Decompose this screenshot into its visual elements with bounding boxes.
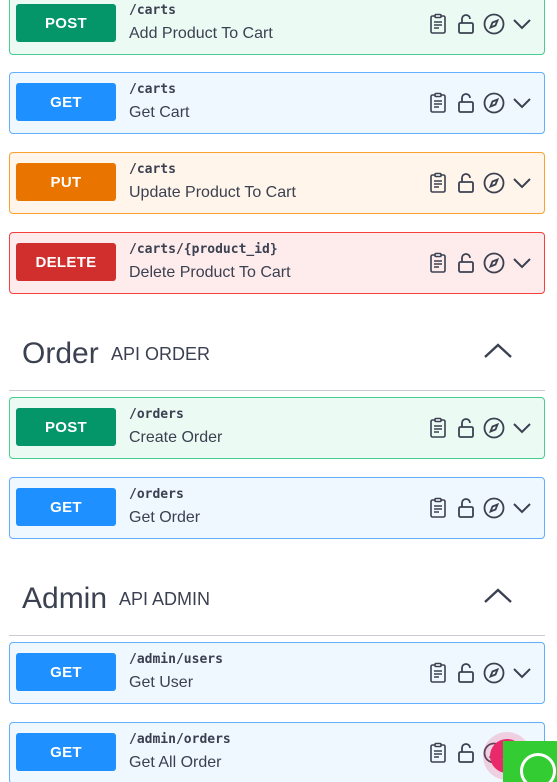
operation-summary: Create Order: [129, 429, 223, 446]
operation-path: /carts: [129, 3, 176, 18]
operation-delete-cart-item[interactable]: DELETE /carts/{product_id} Delete Produc…: [9, 232, 545, 294]
clipboard-icon[interactable]: [426, 661, 452, 685]
operation-summary: Get Order: [129, 509, 201, 526]
unlock-icon[interactable]: [454, 91, 480, 115]
chevron-down-icon[interactable]: [510, 251, 536, 275]
method-badge: DELETE: [16, 243, 116, 281]
unlock-icon[interactable]: [454, 251, 480, 275]
operation-put-carts[interactable]: PUT /carts Update Product To Cart: [9, 152, 545, 214]
method-badge: GET: [16, 653, 116, 691]
compass-icon[interactable]: [482, 171, 508, 195]
method-badge: GET: [16, 83, 116, 121]
operation-summary: Add Product To Cart: [129, 25, 273, 42]
compass-icon[interactable]: [482, 496, 508, 520]
operation-path: /carts: [129, 82, 176, 97]
operation-summary: Get All Order: [129, 754, 222, 771]
chevron-down-icon[interactable]: [510, 12, 536, 36]
method-badge: GET: [16, 733, 116, 771]
unlock-icon[interactable]: [454, 12, 480, 36]
operation-get-admin-users[interactable]: GET /admin/users Get User: [9, 642, 545, 704]
operation-summary: Delete Product To Cart: [129, 264, 291, 281]
operation-path: /orders: [129, 407, 184, 422]
compass-icon[interactable]: [482, 661, 508, 685]
method-badge: POST: [16, 4, 116, 42]
chevron-down-icon[interactable]: [510, 171, 536, 195]
clipboard-icon[interactable]: [426, 12, 452, 36]
operation-get-admin-orders[interactable]: GET /admin/orders Get All Order: [9, 722, 545, 782]
tag-description: API ADMIN: [119, 589, 211, 609]
operation-path: /admin/users: [129, 652, 223, 667]
chevron-up-icon[interactable]: [483, 339, 513, 363]
unlock-icon[interactable]: [454, 741, 480, 765]
chat-ring-icon: [520, 753, 556, 782]
operation-summary: Update Product To Cart: [129, 184, 296, 201]
tag-title: Admin: [22, 582, 108, 615]
unlock-icon[interactable]: [454, 661, 480, 685]
operation-path: /carts/{product_id}: [129, 242, 278, 257]
clipboard-icon[interactable]: [426, 741, 452, 765]
tag-header-order[interactable]: Order API ORDER: [9, 305, 545, 391]
unlock-icon[interactable]: [454, 416, 480, 440]
chat-launcher-button[interactable]: [503, 741, 557, 782]
unlock-icon[interactable]: [454, 496, 480, 520]
compass-icon[interactable]: [482, 12, 508, 36]
chevron-up-icon[interactable]: [483, 584, 513, 608]
operation-post-carts[interactable]: POST /carts Add Product To Cart: [9, 0, 545, 55]
operation-summary: Get User: [129, 674, 194, 691]
operation-path: /orders: [129, 487, 184, 502]
compass-icon[interactable]: [482, 251, 508, 275]
clipboard-icon[interactable]: [426, 416, 452, 440]
operation-path: /carts: [129, 162, 176, 177]
tag-header-admin[interactable]: Admin API ADMIN: [9, 550, 545, 636]
method-badge: POST: [16, 408, 116, 446]
clipboard-icon[interactable]: [426, 171, 452, 195]
chevron-down-icon[interactable]: [510, 91, 536, 115]
method-badge: GET: [16, 488, 116, 526]
clipboard-icon[interactable]: [426, 496, 452, 520]
chevron-down-icon[interactable]: [510, 661, 536, 685]
clipboard-icon[interactable]: [426, 91, 452, 115]
compass-icon[interactable]: [482, 416, 508, 440]
operation-summary: Get Cart: [129, 104, 190, 121]
tag-description: API ORDER: [111, 344, 211, 364]
operation-get-orders[interactable]: GET /orders Get Order: [9, 477, 545, 539]
clipboard-icon[interactable]: [426, 251, 452, 275]
chevron-down-icon[interactable]: [510, 496, 536, 520]
compass-icon[interactable]: [482, 91, 508, 115]
chevron-down-icon[interactable]: [510, 416, 536, 440]
operation-path: /admin/orders: [129, 732, 231, 747]
method-badge: PUT: [16, 163, 116, 201]
tag-title: Order: [22, 337, 99, 370]
unlock-icon[interactable]: [454, 171, 480, 195]
operation-get-carts[interactable]: GET /carts Get Cart: [9, 72, 545, 134]
operation-post-orders[interactable]: POST /orders Create Order: [9, 397, 545, 459]
